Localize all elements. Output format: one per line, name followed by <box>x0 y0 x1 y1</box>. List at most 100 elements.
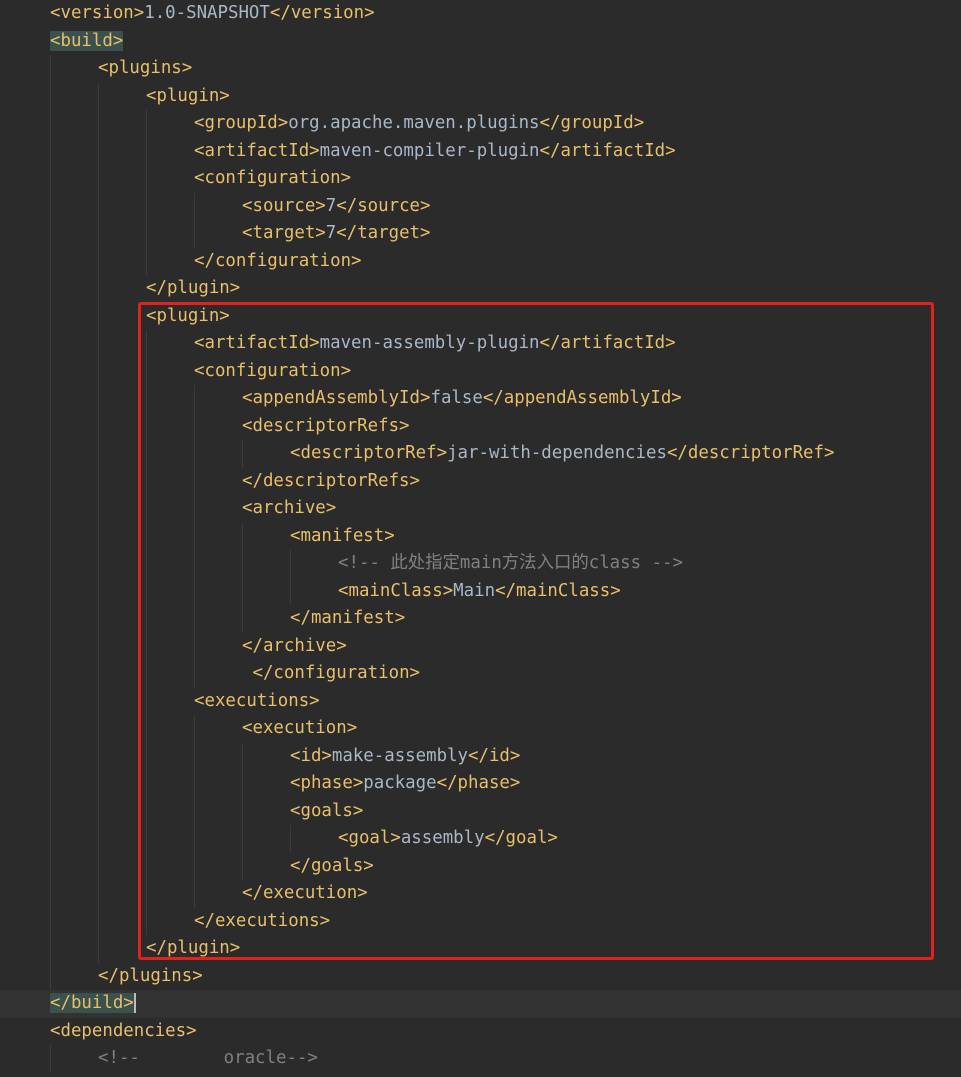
code-line[interactable]: <configuration> <box>0 358 961 386</box>
line-content: </archive> <box>242 633 347 661</box>
line-content: <executions> <box>194 688 320 716</box>
xml-tag: <descriptorRefs> <box>242 415 410 436</box>
code-line[interactable]: <execution> <box>0 715 961 743</box>
code-line[interactable]: </plugins> <box>0 963 961 991</box>
xml-tag: </manifest> <box>290 608 406 628</box>
xml-tag: </goal> <box>484 828 558 848</box>
code-line[interactable]: <target>7</target> <box>0 220 961 248</box>
line-content: <!-- 此处指定main方法入口的class --> <box>338 550 683 578</box>
line-content: </plugin> <box>146 275 240 303</box>
xml-tag: </phase> <box>436 773 521 793</box>
xml-tag: </descriptorRef> <box>666 443 835 463</box>
code-line[interactable]: </configuration> <box>0 660 961 688</box>
xml-tag: <target> <box>242 223 326 243</box>
code-line[interactable]: </executions> <box>0 908 961 936</box>
code-editor[interactable]: <version>1.0-SNAPSHOT</version> <build> <p… <box>0 0 961 1077</box>
line-content: <execution> <box>242 715 357 743</box>
xml-tag: <dependencies> <box>50 1020 197 1041</box>
line-content: <mainClass>Main</mainClass> <box>338 578 621 606</box>
code-line[interactable]: </descriptorRefs> <box>0 468 961 496</box>
code-line[interactable]: </build> <box>0 990 961 1018</box>
xml-tag: <goal> <box>338 828 401 848</box>
xml-text: 7 <box>325 195 337 216</box>
xml-tag: </configuration> <box>252 663 421 683</box>
code-line[interactable]: </plugin> <box>0 275 961 303</box>
code-line[interactable]: </configuration> <box>0 248 961 276</box>
code-line[interactable]: <plugin> <box>0 83 961 111</box>
code-line[interactable]: <phase>package</phase> <box>0 770 961 798</box>
line-content: <goal>assembly</goal> <box>338 825 558 853</box>
line-content: </build> <box>50 990 136 1018</box>
code-line[interactable]: <!-- 此处指定main方法入口的class --> <box>0 550 961 578</box>
xml-comment: <!-- 此处指定main方法入口的class --> <box>338 553 683 573</box>
code-line[interactable]: <appendAssemblyId>false</appendAssemblyI… <box>0 385 961 413</box>
line-content: </configuration> <box>194 248 362 276</box>
line-content: <plugin> <box>146 303 230 331</box>
code-line[interactable]: <source>7</source> <box>0 193 961 221</box>
xml-tag: <build> <box>50 30 124 51</box>
xml-tag: <archive> <box>242 498 337 518</box>
line-content: <groupId>org.apache.maven.plugins</group… <box>194 110 644 138</box>
line-content: <version>1.0-SNAPSHOT</version> <box>50 0 375 28</box>
xml-tag: <goals> <box>290 800 364 821</box>
xml-text: org.apache.maven.plugins <box>288 113 540 133</box>
xml-tag: </appendAssemblyId> <box>482 388 682 408</box>
code-line[interactable]: <version>1.0-SNAPSHOT</version> <box>0 0 961 28</box>
code-line[interactable]: <descriptorRef>jar-with-dependencies</de… <box>0 440 961 468</box>
xml-tag: </target> <box>336 223 431 243</box>
xml-comment: <!-- oracle--> <box>98 1048 318 1068</box>
xml-tag: <mainClass> <box>338 580 454 601</box>
xml-tag: </mainClass> <box>495 580 621 601</box>
code-line[interactable]: </plugin> <box>0 935 961 963</box>
code-line[interactable]: <manifest> <box>0 523 961 551</box>
xml-text: assembly <box>400 828 485 848</box>
code-line[interactable]: <plugins> <box>0 55 961 83</box>
xml-tag: <plugin> <box>146 305 230 326</box>
code-line[interactable]: </manifest> <box>0 605 961 633</box>
line-content: <phase>package</phase> <box>290 770 520 798</box>
code-line[interactable]: <archive> <box>0 495 961 523</box>
code-line[interactable]: <configuration> <box>0 165 961 193</box>
line-content: <descriptorRefs> <box>242 413 410 441</box>
xml-text: package <box>363 773 437 793</box>
code-line[interactable]: <executions> <box>0 688 961 716</box>
code-line[interactable]: <dependencies> <box>0 1018 961 1046</box>
line-content: <plugin> <box>146 83 230 111</box>
line-content: </plugin> <box>146 935 240 963</box>
xml-text <box>242 663 252 683</box>
code-line[interactable]: <id>make-assembly</id> <box>0 743 961 771</box>
code-line[interactable]: <descriptorRefs> <box>0 413 961 441</box>
xml-tag: </execution> <box>242 883 368 903</box>
line-content: </executions> <box>194 908 330 936</box>
code-line[interactable]: <groupId>org.apache.maven.plugins</group… <box>0 110 961 138</box>
xml-tag: </build> <box>50 993 134 1013</box>
xml-tag: <artifactId> <box>194 333 320 353</box>
xml-tag: </plugin> <box>146 938 241 958</box>
line-content: </manifest> <box>290 605 405 633</box>
code-line[interactable]: <!-- oracle--> <box>0 1045 961 1073</box>
xml-text: false <box>430 388 483 408</box>
code-line[interactable]: <plugin> <box>0 303 961 331</box>
line-content: <artifactId>maven-compiler-plugin</artif… <box>194 138 676 166</box>
xml-text: make-assembly <box>331 745 469 766</box>
line-content: <appendAssemblyId>false</appendAssemblyI… <box>242 385 682 413</box>
line-content: <dependencies> <box>50 1018 197 1046</box>
xml-tag: <id> <box>290 745 332 766</box>
xml-tag: <descriptorRef> <box>290 443 448 463</box>
xml-text: 7 <box>325 223 337 243</box>
code-line[interactable]: <goal>assembly</goal> <box>0 825 961 853</box>
code-line[interactable]: </goals> <box>0 853 961 881</box>
code-line[interactable]: <build> <box>0 28 961 56</box>
code-line[interactable]: <artifactId>maven-assembly-plugin</artif… <box>0 330 961 358</box>
line-content: <goals> <box>290 798 363 826</box>
line-content: </configuration> <box>242 660 420 688</box>
line-content: <manifest> <box>290 523 395 551</box>
code-line[interactable]: <goals> <box>0 798 961 826</box>
xml-tag: <execution> <box>242 718 358 738</box>
code-line[interactable]: <artifactId>maven-compiler-plugin</artif… <box>0 138 961 166</box>
code-line[interactable]: </execution> <box>0 880 961 908</box>
xml-text: maven-compiler-plugin <box>319 140 540 161</box>
code-line[interactable]: </archive> <box>0 633 961 661</box>
code-line[interactable]: <mainClass>Main</mainClass> <box>0 578 961 606</box>
xml-tag: <phase> <box>290 773 364 793</box>
